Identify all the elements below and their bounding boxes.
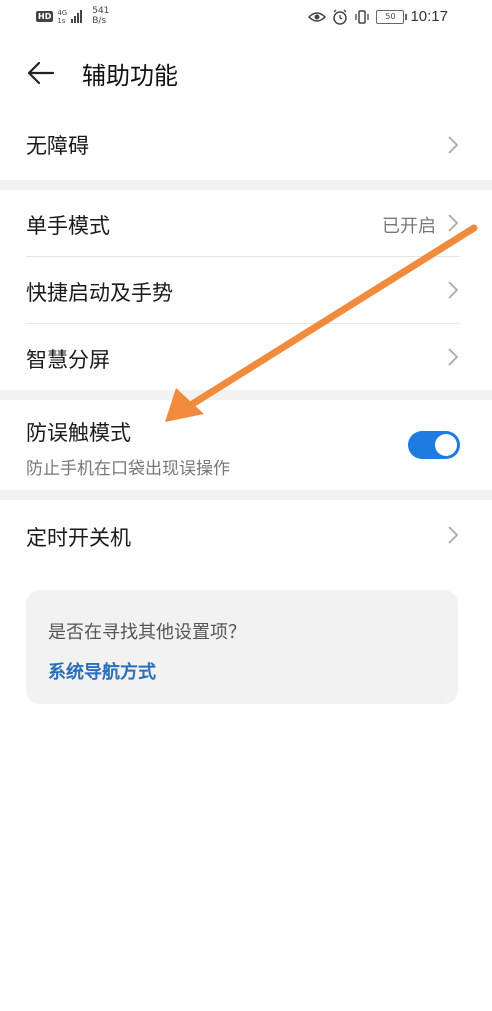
section-gap [0, 180, 492, 190]
status-left: HD 4G 1s 541 B/s [36, 6, 109, 26]
alarm-icon [333, 9, 348, 25]
item-label: 智慧分屏 [26, 348, 110, 372]
speed-unit: B/s [92, 16, 107, 26]
system-navigation-link[interactable]: 系统导航方式 [48, 658, 156, 684]
signal-icon [71, 9, 83, 23]
network-type-label: 4G [57, 9, 68, 17]
chevron-right-icon [448, 214, 459, 232]
vibrate-icon [355, 9, 370, 24]
speed-value: 541 [92, 6, 110, 16]
toggle-knob [435, 434, 457, 456]
hd-badge: HD [36, 11, 54, 22]
chevron-right-icon [448, 348, 459, 366]
item-description: 防止手机在口袋出现误操作 [26, 459, 230, 479]
list-item-accessibility[interactable]: 无障碍 [0, 110, 492, 180]
chevron-right-icon [448, 281, 459, 299]
item-label: 无障碍 [26, 134, 89, 158]
suggestion-card: 是否在寻找其他设置项？ 系统导航方式 [26, 590, 458, 704]
list-item-smart-split-screen[interactable]: 智慧分屏 [0, 324, 492, 390]
network-speed: 541 B/s [92, 6, 109, 26]
section-gap [0, 390, 492, 400]
suggestion-question: 是否在寻找其他设置项？ [48, 622, 246, 643]
item-label: 定时开关机 [26, 526, 131, 550]
chevron-right-icon [448, 526, 459, 544]
back-arrow-icon[interactable] [26, 58, 56, 88]
status-right: 50 10:17 [308, 8, 448, 25]
accidental-touch-toggle[interactable] [408, 431, 460, 459]
list-item-accidental-touch-prevention: 防误触模式 防止手机在口袋出现误操作 [0, 400, 492, 490]
status-bar: HD 4G 1s 541 B/s 50 10:17 [0, 0, 492, 34]
item-label: 快捷启动及手势 [26, 281, 173, 305]
list-item-shortcuts-gestures[interactable]: 快捷启动及手势 [0, 257, 492, 323]
list-item-one-hand-mode[interactable]: 单手模式 已开启 [0, 190, 492, 256]
item-label: 单手模式 [26, 214, 110, 238]
page-title: 辅助功能 [82, 62, 178, 90]
item-status: 已开启 [382, 216, 436, 237]
list-item-scheduled-power[interactable]: 定时开关机 [0, 500, 492, 570]
chevron-right-icon [448, 136, 459, 154]
item-label: 防误触模式 [26, 421, 131, 445]
network-type: 4G 1s [57, 9, 67, 25]
battery-icon: 50 [376, 9, 408, 24]
status-time: 10:17 [410, 8, 448, 25]
network-sub-label: 1s [57, 17, 66, 25]
eye-icon [308, 11, 327, 22]
app-header: 辅助功能 [0, 42, 492, 106]
section-gap [0, 490, 492, 500]
